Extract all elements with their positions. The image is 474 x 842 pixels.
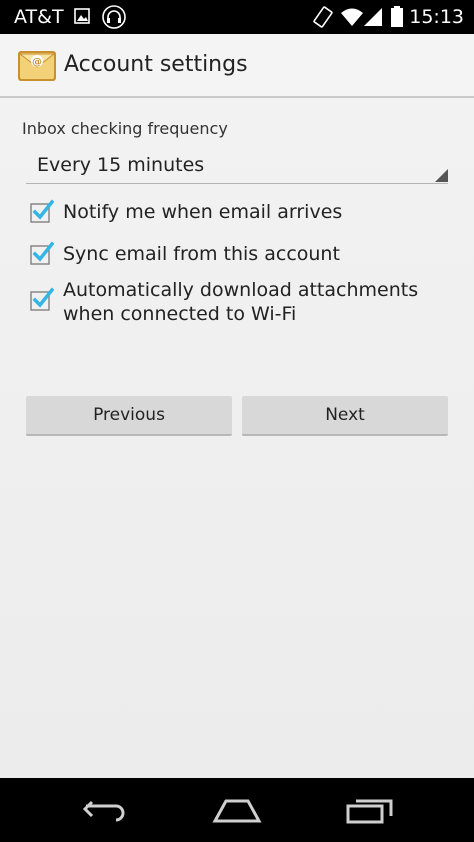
frequency-spinner[interactable]: Every 15 minutes	[26, 151, 448, 184]
carrier-name: AT&T	[14, 6, 64, 28]
settings-form: Inbox checking frequency Every 15 minute…	[0, 98, 474, 778]
sync-checkbox[interactable]	[30, 241, 55, 265]
previous-button[interactable]: Previous	[26, 396, 232, 436]
notify-checkbox-row[interactable]: Notify me when email arrives	[30, 199, 450, 225]
recents-icon[interactable]	[346, 798, 394, 828]
page-title: Account settings	[64, 52, 248, 77]
vibrate-icon	[312, 5, 334, 33]
sync-label: Sync email from this account	[63, 243, 340, 265]
attachments-checkbox[interactable]	[30, 287, 55, 311]
dropdown-arrow-icon	[435, 169, 448, 182]
svg-text:@: @	[32, 57, 42, 68]
battery-icon	[390, 5, 404, 33]
attachments-label-line1: Automatically download attachments	[63, 279, 419, 301]
image-icon	[74, 5, 90, 31]
navigation-bar	[0, 778, 474, 842]
sync-checkbox-row[interactable]: Sync email from this account	[30, 241, 450, 267]
notify-checkbox[interactable]	[30, 199, 55, 223]
status-bar: AT&T 15:13	[0, 0, 474, 34]
wifi-icon	[340, 5, 364, 33]
signal-icon	[362, 5, 384, 33]
attachments-checkbox-row[interactable]: Automatically download attachments when …	[30, 277, 450, 327]
frequency-value: Every 15 minutes	[37, 154, 205, 176]
attachments-label-line2: when connected to Wi-Fi	[63, 303, 297, 325]
clock: 15:13	[409, 6, 464, 28]
action-bar: @ Account settings	[0, 34, 474, 98]
next-button[interactable]: Next	[242, 396, 448, 436]
email-app-icon[interactable]: @	[17, 47, 57, 87]
home-icon[interactable]	[212, 798, 262, 828]
notify-label: Notify me when email arrives	[63, 201, 343, 223]
back-icon[interactable]	[82, 798, 128, 826]
headphones-icon	[102, 5, 126, 33]
frequency-label: Inbox checking frequency	[22, 119, 228, 138]
